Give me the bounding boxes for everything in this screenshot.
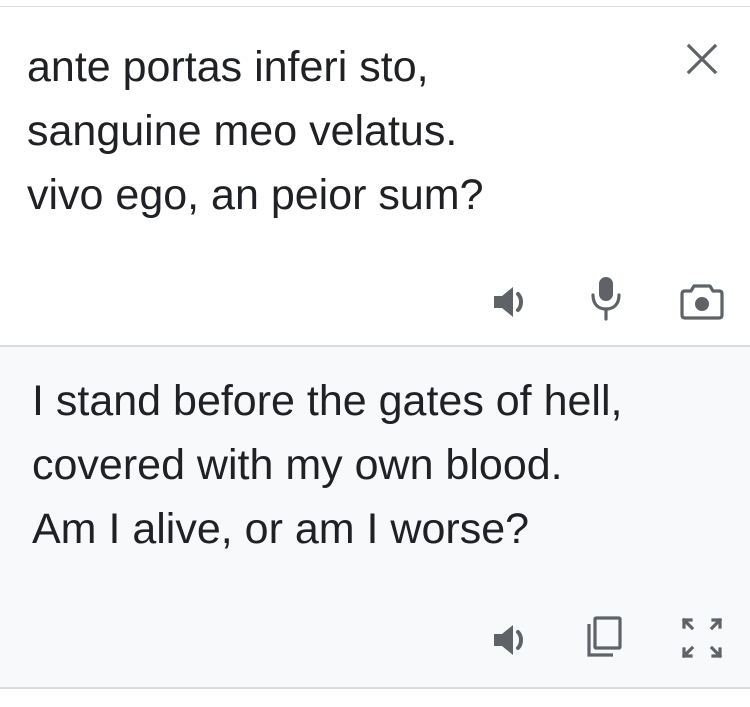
copy-icon (587, 616, 622, 657)
voice-input-button[interactable] (582, 275, 630, 323)
translation-panel: I stand before the gates of hell, covere… (0, 347, 750, 687)
translation-text: I stand before the gates of hell, covere… (32, 377, 623, 553)
source-listen-button[interactable] (487, 278, 535, 326)
fullscreen-icon (681, 617, 723, 659)
close-icon (686, 43, 718, 75)
source-panel: ante portas inferi sto, sanguine meo vel… (0, 7, 750, 345)
bottom-divider (0, 687, 750, 689)
source-text-input[interactable]: ante portas inferi sto, sanguine meo vel… (27, 35, 667, 227)
translation-listen-button[interactable] (487, 616, 535, 664)
microphone-icon (591, 277, 621, 321)
speaker-icon (494, 625, 523, 655)
clear-button[interactable] (678, 35, 726, 83)
camera-icon (680, 284, 724, 320)
camera-button[interactable] (678, 277, 726, 325)
copy-button[interactable] (580, 613, 628, 661)
translate-card: ante portas inferi sto, sanguine meo vel… (0, 0, 750, 707)
speaker-icon (494, 287, 523, 317)
fullscreen-button[interactable] (678, 614, 726, 662)
